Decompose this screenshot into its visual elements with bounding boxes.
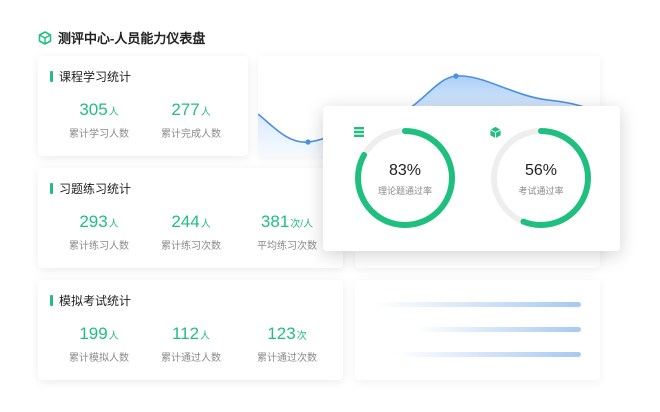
exercise-card-title: 习题练习统计	[50, 180, 131, 197]
stat-exercise-average: 381次/人 平均练习次数	[242, 212, 332, 252]
stat-label: 累计练习人数	[69, 241, 129, 252]
trend-point	[305, 139, 311, 145]
dashboard-header: 测评中心-人员能力仪表盘	[38, 28, 205, 47]
stat-label: 累计练习次数	[161, 241, 221, 252]
progress-line	[375, 302, 581, 307]
stat-value: 199	[79, 324, 108, 343]
course-stats-card: 课程学习统计 305人 累计学习人数 277人 累计完成人数	[38, 56, 248, 156]
stat-value: 123	[267, 324, 296, 343]
stat-value: 277	[171, 100, 200, 119]
stat-unit: 次	[296, 331, 307, 342]
title-accent-bar	[50, 71, 53, 82]
stat-value: 244	[171, 212, 200, 231]
exam-title-text: 模拟考试统计	[59, 294, 132, 308]
gauge-label: 理论题通过率	[377, 185, 432, 196]
stat-label: 平均练习次数	[257, 241, 317, 252]
exam-pass-gauge: 56% 考试通过率	[489, 126, 593, 230]
stat-unit: 人	[108, 331, 119, 342]
stat-label: 累计通过次数	[257, 353, 317, 364]
stat-unit: 人	[108, 107, 119, 118]
stat-label: 累计完成人数	[161, 129, 221, 140]
stat-exercise-count: 244人 累计练习次数	[146, 212, 236, 252]
title-accent-bar	[50, 295, 53, 306]
progress-lines-card	[355, 280, 600, 380]
stat-label: 累计通过人数	[161, 353, 221, 364]
gauge-percent: 83%	[388, 161, 422, 179]
stat-value: 112	[171, 324, 200, 343]
exam-stats-card: 模拟考试统计 199人 累计模拟人数 112人 累计通过人数 123次 累计通过…	[38, 280, 343, 380]
stat-unit: 人	[108, 219, 119, 230]
document-stack-icon	[354, 127, 364, 137]
exercise-stats-card: 习题练习统计 293人 累计练习人数 244人 累计练习次数 381次/人 平均…	[38, 168, 343, 268]
stat-unit: 人	[200, 219, 211, 230]
cube-icon	[490, 126, 501, 139]
stat-value: 293	[79, 212, 108, 231]
stat-unit: 人	[200, 331, 211, 342]
course-card-title: 课程学习统计	[50, 68, 131, 85]
stat-exercise-learners: 293人 累计练习人数	[54, 212, 144, 252]
exam-card-title: 模拟考试统计	[50, 292, 131, 309]
stat-exam-simulated: 199人 累计模拟人数	[54, 324, 144, 364]
stat-exam-passed: 112人 累计通过人数	[146, 324, 236, 364]
stat-unit: 人	[200, 107, 211, 118]
gauge-percent: 56%	[524, 161, 558, 179]
theory-pass-gauge: 83% 理论题通过率	[353, 126, 457, 230]
course-title-text: 课程学习统计	[59, 70, 132, 84]
pass-rate-overlay-card: 83% 理论题通过率 56% 考试通过率	[323, 106, 620, 251]
stat-course-learners: 305人 累计学习人数	[54, 100, 144, 140]
page-title: 测评中心-人员能力仪表盘	[58, 31, 206, 46]
stat-label: 累计模拟人数	[69, 353, 129, 364]
stat-unit: 次/人	[290, 219, 314, 230]
cube-logo-icon	[38, 30, 52, 45]
title-accent-bar	[50, 183, 53, 194]
stat-value: 381	[260, 212, 290, 231]
stat-label: 累计学习人数	[69, 129, 129, 140]
stat-value: 305	[79, 100, 108, 119]
trend-point	[453, 73, 459, 79]
progress-line	[415, 327, 581, 332]
stat-course-completed: 277人 累计完成人数	[146, 100, 236, 140]
gauge-label: 考试通过率	[518, 185, 564, 196]
progress-line	[395, 352, 581, 357]
stat-exam-pass-count: 123次 累计通过次数	[242, 324, 332, 364]
exercise-title-text: 习题练习统计	[59, 182, 132, 196]
